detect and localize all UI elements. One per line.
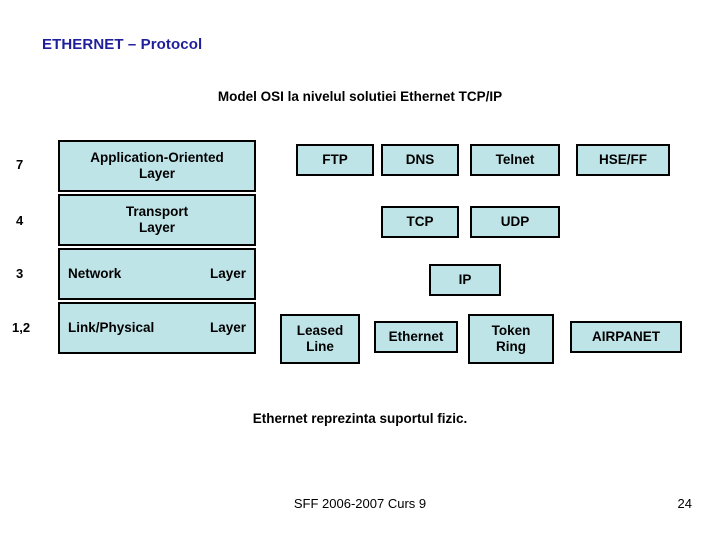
protocol-label-tcp: TCP	[406, 214, 434, 230]
protocol-box-telnet: Telnet	[470, 144, 560, 176]
protocol-box-udp: UDP	[470, 206, 560, 238]
protocol-box-hse-ff: HSE/FF	[576, 144, 670, 176]
osi-layer-transport: Transport Layer	[58, 194, 256, 246]
page-title: ETHERNET – Protocol	[42, 36, 203, 53]
slide-page-number: 24	[677, 496, 692, 511]
layer-number-transport: 4	[16, 213, 24, 228]
protocol-label-token-ring-line1: Token	[491, 323, 531, 339]
slide-subtitle: Model OSI la nivelul solutiei Ethernet T…	[217, 89, 503, 104]
slide-footer-text: SFF 2006-2007 Curs 9	[293, 496, 427, 511]
osi-layer-link-physical-left: Link/Physical	[68, 320, 155, 336]
osi-layer-link-physical: Link/Physical Layer	[58, 302, 256, 354]
protocol-label-leased-line-line1: Leased	[296, 323, 344, 339]
protocol-label-dns: DNS	[405, 152, 435, 168]
osi-layer-network-right: Layer	[209, 266, 246, 282]
protocol-box-dns: DNS	[381, 144, 459, 176]
protocol-label-telnet: Telnet	[495, 152, 535, 168]
protocol-label-ethernet: Ethernet	[388, 329, 444, 345]
osi-layer-network: Network Layer	[58, 248, 256, 300]
osi-layer-application-line2: Layer	[138, 166, 175, 181]
protocol-box-ethernet: Ethernet	[374, 321, 458, 353]
layer-number-network: 3	[16, 266, 24, 281]
protocol-box-ip: IP	[429, 264, 501, 296]
protocol-label-leased-line-line2: Line	[306, 339, 334, 354]
protocol-label-token-ring-line2: Ring	[495, 339, 526, 354]
osi-layer-transport-line1: Transport	[125, 204, 189, 220]
protocol-box-airpanet: AIRPANET	[570, 321, 682, 353]
slide: ETHERNET – Protocol Model OSI la nivelul…	[0, 0, 720, 540]
protocol-label-udp: UDP	[500, 214, 530, 230]
protocol-label-ftp: FTP	[322, 152, 348, 168]
protocol-box-ftp: FTP	[296, 144, 374, 176]
layer-number-application: 7	[16, 157, 24, 172]
osi-layer-application: Application-Oriented Layer	[58, 140, 256, 192]
osi-layer-network-left: Network	[68, 266, 122, 282]
osi-layer-application-line1: Application-Oriented	[90, 150, 224, 166]
protocol-box-leased-line: Leased Line	[280, 314, 360, 364]
osi-layer-link-physical-right: Layer	[209, 320, 246, 336]
layer-number-link-physical: 1,2	[12, 320, 31, 335]
osi-layer-transport-line2: Layer	[138, 220, 175, 235]
protocol-box-token-ring: Token Ring	[468, 314, 554, 364]
protocol-box-tcp: TCP	[381, 206, 459, 238]
slide-footnote: Ethernet reprezinta suportul fizic.	[252, 411, 468, 426]
protocol-label-hse-ff: HSE/FF	[598, 152, 647, 168]
protocol-label-ip: IP	[458, 272, 472, 288]
protocol-label-airpanet: AIRPANET	[591, 329, 660, 345]
